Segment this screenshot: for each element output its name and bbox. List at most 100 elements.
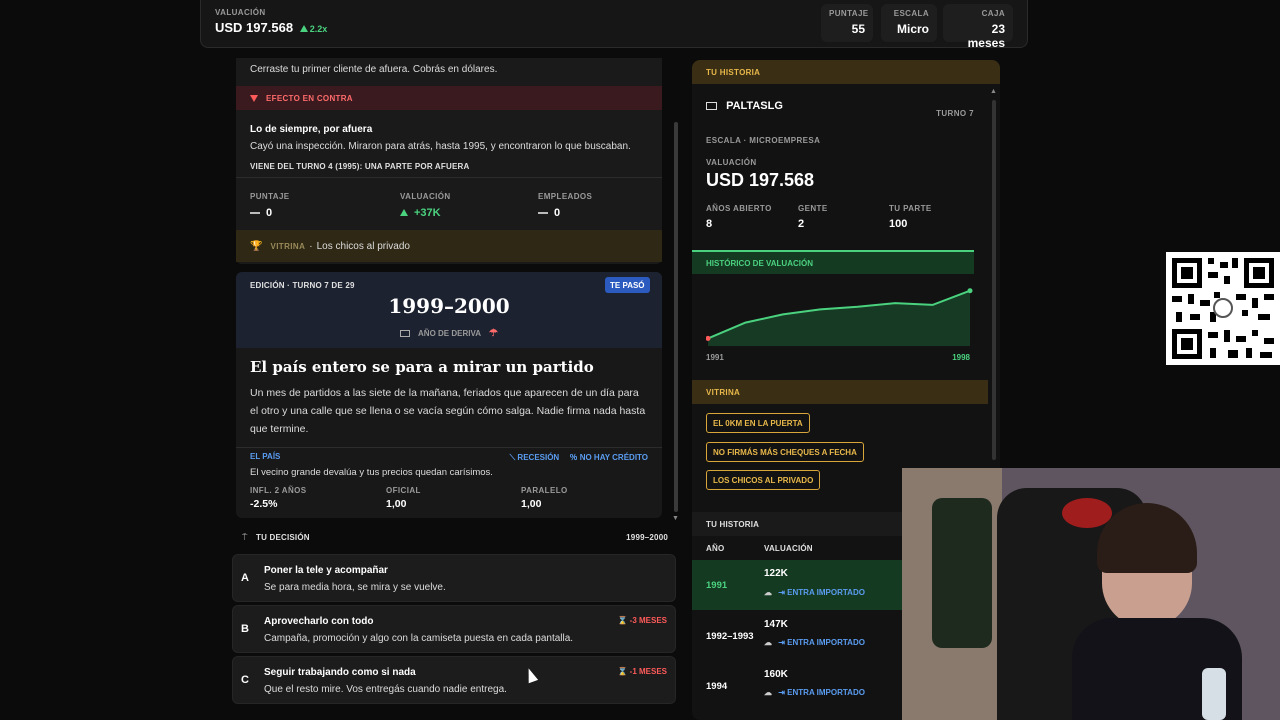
- option-b-button[interactable]: B Aprovecharlo con todo Campaña, promoci…: [232, 605, 676, 653]
- effect-card: Cerraste tu primer cliente de afuera. Co…: [236, 58, 662, 264]
- vitrina-text: Los chicos al privado: [316, 240, 410, 252]
- stat-gente: GENTE 2: [798, 204, 828, 230]
- indicator-inflation: INFL. 2 AÑOS -2.5%: [250, 486, 307, 510]
- edition-label: EDICIÓN · TURNO 7 DE 29: [250, 281, 355, 290]
- country-tags: ⟍ RECESIÓN ％ NO HAY CRÉDITO: [510, 452, 648, 463]
- turn-label: TURNO 7: [936, 109, 974, 118]
- country-label: EL PAÍS: [250, 452, 281, 461]
- valuation-label: VALUACIÓN: [215, 8, 266, 17]
- option-cost: ⌛ -3 MESES: [617, 616, 667, 625]
- metric-valuacion: VALUACIÓN +37K: [400, 192, 451, 219]
- sidebar-scrollbar[interactable]: ▲: [990, 88, 998, 468]
- history-valuation-label: VALUACIÓN: [706, 158, 757, 167]
- decision-label: TU DECISIÓN: [256, 533, 310, 542]
- scrollbar-thumb[interactable]: [674, 122, 678, 512]
- scale-label: ESCALA · MICROEMPRESA: [706, 136, 821, 145]
- no-credit-icon: ％: [569, 453, 578, 462]
- effect-badge-bar: EFECTO EN CONTRA: [236, 86, 662, 110]
- history-valuation-value: USD 197.568: [706, 170, 815, 190]
- decision-header: ⍑ TU DECISIÓN 1999–2000: [232, 530, 676, 546]
- stat-anos-abierto: AÑOS ABIERTO 8: [706, 204, 772, 230]
- cloud-icon: ☁: [764, 688, 772, 697]
- monitor-icon: [400, 330, 411, 338]
- effect-title: Lo de siempre, por afuera: [250, 124, 373, 135]
- company-row: PALTASLG: [706, 100, 783, 112]
- monitor-icon: [706, 102, 717, 111]
- edition-headline: El país entero se para a mirar un partid…: [250, 358, 594, 376]
- tag-no-credito: NO HAY CRÉDITO: [579, 453, 648, 462]
- trophy-icon: 🏆: [250, 240, 263, 252]
- valuation-value: USD 197.568: [215, 20, 294, 35]
- scroll-down-icon[interactable]: ▼: [672, 515, 679, 522]
- col-ano: AÑO: [706, 544, 725, 553]
- metric-empleados: EMPLEADOS 0: [538, 192, 593, 219]
- effect-intro: Cerraste tu primer cliente de afuera. Co…: [250, 64, 498, 75]
- scrollbar-thumb[interactable]: [992, 100, 996, 460]
- qr-code-overlay: [1166, 252, 1280, 365]
- divider: [236, 447, 662, 448]
- decision-years: 1999–2000: [626, 533, 668, 542]
- storm-icon: ☂: [488, 328, 498, 339]
- signpost-icon: ⍑: [242, 532, 248, 542]
- option-a-button[interactable]: A Poner la tele y acompañar Se para medi…: [232, 554, 676, 602]
- metric-puntaje: PUNTAJE 0: [250, 192, 290, 219]
- indicator-paralelo: PARALELO 1,00: [521, 486, 568, 510]
- edition-card: EDICIÓN · TURNO 7 DE 29 TE PASÓ 1999–200…: [236, 272, 662, 518]
- history-header: TU HISTORIA: [692, 60, 1000, 84]
- option-cost: ⌛ -1 MESES: [617, 667, 667, 676]
- valuation-summary: VALUACIÓN USD 197.568 2.2x: [215, 8, 327, 35]
- hourglass-icon: ⌛: [617, 616, 628, 625]
- effect-origin: VIENE DEL TURNO 4 (1995): UNA PARTE POR …: [250, 162, 470, 171]
- import-icon: ⇥: [778, 688, 785, 697]
- import-icon: ⇥: [778, 588, 785, 597]
- stat-caja: CAJA 23 meses: [943, 4, 1013, 50]
- neutral-dash-icon: [250, 212, 260, 215]
- chart-area: [708, 290, 970, 346]
- neutral-dash-icon: [538, 212, 548, 215]
- scroll-up-icon[interactable]: ▲: [990, 88, 997, 95]
- vitrina-item: LOS CHICOS AL PRIVADO: [706, 470, 821, 490]
- vitrina-item: EL 0KM EN LA PUERTA: [706, 413, 810, 433]
- valuation-chart: 1991 1998: [706, 288, 973, 362]
- import-icon: ⇥: [778, 638, 785, 647]
- edition-years: 1999–2000: [388, 294, 510, 318]
- vitrina-bar: 🏆 VITRINA · Los chicos al privado: [236, 230, 662, 262]
- chair-logo: [1062, 498, 1112, 528]
- te-paso-badge: TE PASÓ: [605, 277, 650, 293]
- cloud-icon: ☁: [764, 638, 772, 647]
- vitrina-item: NO FIRMÁS MÁS CHEQUES A FECHA: [706, 442, 864, 462]
- water-bottle: [1202, 668, 1226, 720]
- recession-icon: ⟍: [509, 453, 516, 462]
- valuation-change: 2.2x: [299, 24, 327, 34]
- qr-code-icon: [1172, 258, 1274, 359]
- valuation-amount: USD 197.568 2.2x: [215, 20, 327, 35]
- company-name: PALTASLG: [726, 100, 783, 112]
- chart-label: HISTÓRICO DE VALUACIÓN: [692, 252, 974, 274]
- stat-tu-parte: TU PARTE 100: [889, 204, 932, 230]
- chart-point: [967, 288, 973, 294]
- cloud-icon: ☁: [764, 588, 772, 597]
- effect-text: Cayó una inspección. Miraron para atrás,…: [250, 141, 631, 152]
- gaming-chair-back: [932, 498, 992, 648]
- top-status-bar: VALUACIÓN USD 197.568 2.2x PUNTAJE 55 ES…: [200, 0, 1028, 50]
- arrow-up-icon: [299, 25, 308, 32]
- edition-body: Un mes de partidos a las siete de la mañ…: [250, 387, 646, 435]
- hourglass-icon: ⌛: [617, 667, 628, 676]
- option-c-button[interactable]: C Seguir trabajando como si nada Que el …: [232, 656, 676, 704]
- indicator-oficial: OFICIAL 1,00: [386, 486, 421, 510]
- col-valuacion: VALUACIÓN: [764, 544, 813, 553]
- edition-subtitle-row: AÑO DE DERIVA ☂: [236, 328, 662, 339]
- stat-escala: ESCALA Micro: [881, 4, 937, 42]
- country-text: El vecino grande devalúa y tus precios q…: [250, 467, 493, 478]
- warning-triangle-icon: [250, 94, 258, 102]
- stat-puntaje: PUNTAJE 55: [821, 4, 873, 42]
- chart-tick-label: 1991: [706, 353, 724, 362]
- divider: [236, 177, 662, 178]
- arrow-up-icon: [400, 209, 408, 216]
- chart-tick-label: 1998: [952, 353, 970, 362]
- webcam-overlay: [902, 468, 1280, 720]
- effect-badge: EFECTO EN CONTRA: [266, 93, 353, 103]
- vitrina-label: VITRINA: [692, 380, 988, 404]
- feed-scrollbar[interactable]: ▼: [672, 58, 680, 522]
- tag-recesion: RECESIÓN: [517, 453, 560, 462]
